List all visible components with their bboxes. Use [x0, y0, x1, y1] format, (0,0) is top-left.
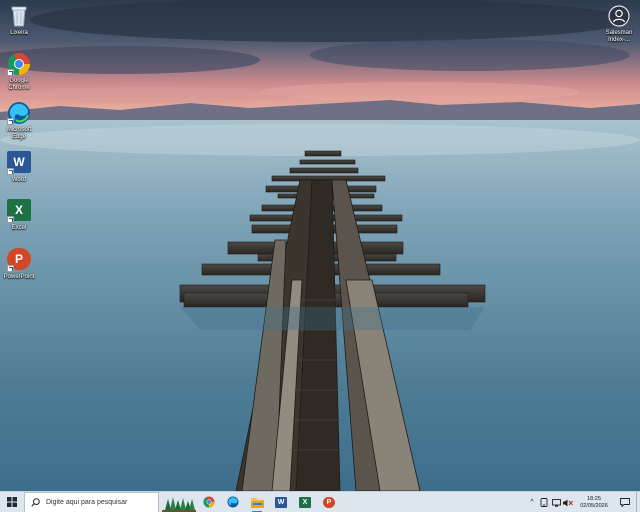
- chrome-icon: [7, 52, 31, 76]
- user-icon: [607, 4, 631, 28]
- desktop-icon-recycle-bin[interactable]: Lixeira: [0, 4, 38, 37]
- desktop-icon-label: Salesman Index-...: [605, 30, 633, 43]
- show-desktop-button[interactable]: [636, 492, 640, 512]
- shortcut-arrow-icon: [7, 216, 14, 223]
- taskbar-app-powerpoint[interactable]: P: [317, 492, 341, 512]
- shortcut-arrow-icon: [7, 118, 14, 125]
- taskbar-app-excel[interactable]: X: [293, 492, 317, 512]
- search-placeholder: Digite aqui para pesquisar: [46, 498, 128, 506]
- excel-icon: X: [7, 199, 31, 223]
- volume-muted-icon[interactable]: [562, 492, 574, 512]
- tray-overflow-chevron-icon[interactable]: ^: [526, 492, 538, 512]
- recycle-bin-icon: [7, 4, 31, 28]
- shortcut-arrow-icon: [7, 69, 14, 76]
- clock-time: 18:25: [587, 495, 601, 502]
- desktop-icon-label: Lixeira: [10, 30, 28, 36]
- trees-widget-icon[interactable]: [161, 492, 197, 512]
- taskbar: Digite aqui para pesquisar W X P ^ 18:25…: [0, 491, 640, 512]
- wallpaper-image: [0, 0, 640, 491]
- desktop-icon-powerpoint[interactable]: P PowerPoint: [0, 248, 38, 281]
- desktop-icon-user[interactable]: Salesman Index-...: [600, 4, 638, 44]
- word-icon: W: [275, 496, 287, 508]
- taskbar-app-word[interactable]: W: [269, 492, 293, 512]
- windows-logo-icon: [7, 497, 17, 507]
- desktop-icon-label: PowerPoint: [3, 274, 35, 280]
- system-tray: ^ 18:25 02/05/2026: [526, 492, 640, 512]
- desktop-icon-label: Google Chrome: [8, 78, 30, 91]
- notification-center-button[interactable]: [614, 492, 636, 512]
- desktop-icon-label: Excel: [11, 225, 27, 231]
- edge-icon: [7, 101, 31, 125]
- chrome-icon: [203, 496, 215, 508]
- desktop-icon-microsoft-edge[interactable]: Microsoft Edge: [0, 101, 38, 141]
- start-button[interactable]: [0, 492, 24, 512]
- clock-date: 02/05/2026: [580, 502, 608, 509]
- shortcut-arrow-icon: [7, 265, 14, 272]
- desktop-icon-word[interactable]: W Word: [0, 151, 38, 184]
- notification-icon: [620, 498, 630, 507]
- desktop-icon-excel[interactable]: X Excel: [0, 199, 38, 232]
- desktop-icon-label: Word: [11, 177, 27, 183]
- edge-icon: [227, 496, 239, 508]
- taskbar-app-edge[interactable]: [221, 492, 245, 512]
- desktop-icon-label: Microsoft Edge: [6, 127, 32, 140]
- device-icon[interactable]: [538, 492, 550, 512]
- search-box[interactable]: Digite aqui para pesquisar: [24, 491, 159, 512]
- powerpoint-icon: P: [323, 496, 335, 508]
- word-icon: W: [7, 151, 31, 175]
- desktop[interactable]: Lixeira Google Chrome Microsoft Edge W W…: [0, 0, 640, 491]
- search-icon: [31, 497, 40, 507]
- taskbar-app-chrome[interactable]: [197, 492, 221, 512]
- excel-icon: X: [299, 496, 311, 508]
- folder-icon: [250, 497, 264, 508]
- network-icon[interactable]: [550, 492, 562, 512]
- taskbar-app-file-explorer[interactable]: [245, 492, 269, 512]
- shortcut-arrow-icon: [7, 168, 14, 175]
- desktop-icon-google-chrome[interactable]: Google Chrome: [0, 52, 38, 92]
- powerpoint-icon: P: [7, 248, 31, 272]
- taskbar-clock[interactable]: 18:25 02/05/2026: [574, 492, 614, 512]
